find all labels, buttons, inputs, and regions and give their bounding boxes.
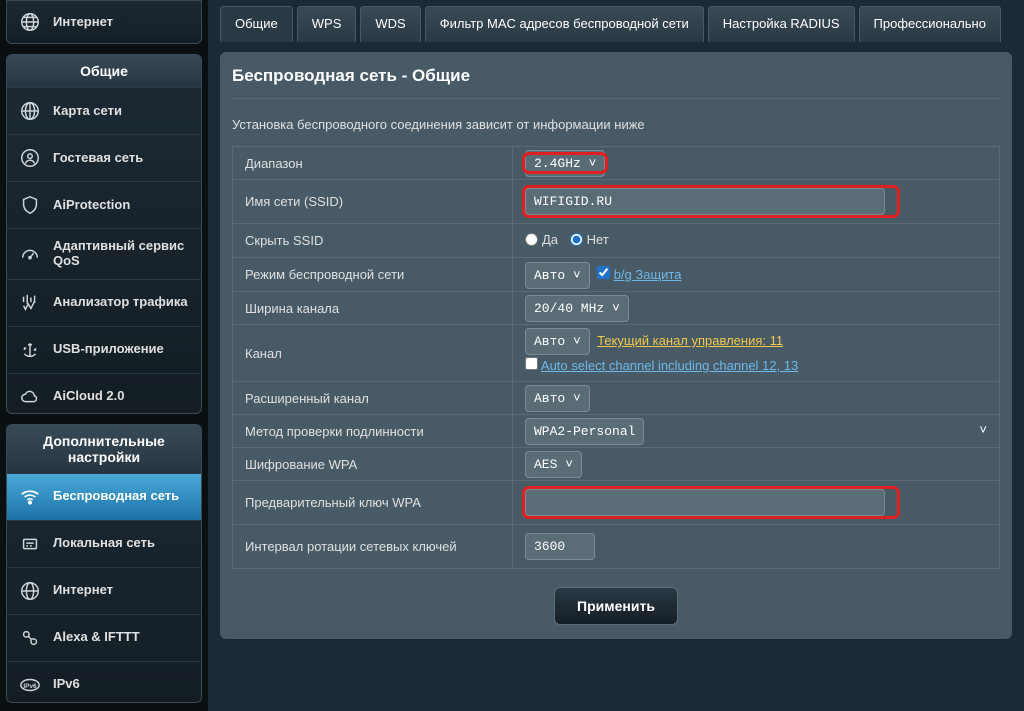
sidebar-label: AiProtection bbox=[53, 198, 130, 213]
sidebar-item-alexa-ifttt[interactable]: Alexa & IFTTT bbox=[7, 615, 201, 662]
row-channel-label: Канал bbox=[233, 325, 513, 382]
usb-icon bbox=[17, 337, 43, 363]
settings-table: Диапазон 2.4GHz ˅ Имя сети (SSID) bbox=[232, 146, 1000, 569]
row-auth-label: Метод проверки подлинности bbox=[233, 415, 513, 448]
chevron-down-icon: ˅ bbox=[573, 334, 581, 349]
ssid-input[interactable] bbox=[525, 188, 885, 215]
highlight-wpa-key bbox=[525, 489, 897, 516]
row-mode-label: Режим беспроводной сети bbox=[233, 258, 513, 292]
shield-icon bbox=[17, 192, 43, 218]
traffic-icon bbox=[17, 290, 43, 316]
sidebar-label: AiCloud 2.0 bbox=[53, 389, 125, 404]
sidebar-item-traffic-analyzer[interactable]: Анализатор трафика bbox=[7, 280, 201, 327]
row-hide-label: Скрыть SSID bbox=[233, 224, 513, 258]
sidebar-label: Интернет bbox=[53, 583, 113, 598]
sidebar-label: Гостевая сеть bbox=[53, 151, 143, 166]
sidebar-item-lan[interactable]: Локальная сеть bbox=[7, 521, 201, 568]
sidebar-label: Alexa & IFTTT bbox=[53, 630, 140, 645]
panel-wireless-general: Беспроводная сеть - Общие Установка бесп… bbox=[220, 52, 1012, 639]
channel-select[interactable]: Авто ˅ bbox=[525, 328, 590, 355]
sidebar-item-guest-network[interactable]: Гостевая сеть bbox=[7, 135, 201, 182]
panel-title: Беспроводная сеть - Общие bbox=[232, 66, 1000, 99]
panel-desc: Установка беспроводного соединения завис… bbox=[232, 117, 1000, 132]
sidebar-section-title: Общие bbox=[7, 55, 201, 88]
chevron-down-icon: ˅ bbox=[573, 391, 581, 406]
guest-icon bbox=[17, 145, 43, 171]
sidebar-group-advanced: Дополнительные настройки Беспроводная се… bbox=[6, 424, 202, 703]
sidebar-item-internet[interactable]: Интернет bbox=[7, 568, 201, 615]
tab-general[interactable]: Общие bbox=[220, 6, 293, 42]
sidebar-label: Анализатор трафика bbox=[53, 295, 188, 310]
svg-text:IPv6: IPv6 bbox=[23, 682, 37, 689]
integration-icon bbox=[17, 625, 43, 651]
row-enc-label: Шифрование WPA bbox=[233, 448, 513, 481]
apply-button[interactable]: Применить bbox=[554, 587, 678, 625]
ipv6-icon: IPv6 bbox=[17, 672, 43, 698]
sidebar-label: Интернет bbox=[53, 15, 113, 30]
sidebar-item-aicloud[interactable]: AiCloud 2.0 bbox=[7, 374, 201, 414]
row-ssid-label: Имя сети (SSID) bbox=[233, 180, 513, 224]
chevron-down-icon: ˅ bbox=[589, 156, 597, 171]
band-select[interactable]: 2.4GHz ˅ bbox=[525, 150, 605, 177]
tab-radius[interactable]: Настройка RADIUS bbox=[708, 6, 855, 42]
hide-ssid-no[interactable]: Нет bbox=[570, 232, 609, 247]
row-key-label: Предварительный ключ WPA bbox=[233, 481, 513, 525]
main-content: Общие WPS WDS Фильтр MAC адресов беспров… bbox=[208, 0, 1024, 711]
globe-icon bbox=[17, 9, 43, 35]
sidebar-item-usb-app[interactable]: USB-приложение bbox=[7, 327, 201, 374]
chevron-down-icon: ˅ bbox=[565, 457, 573, 472]
tabs: Общие WPS WDS Фильтр MAC адресов беспров… bbox=[220, 6, 1012, 42]
sidebar-group-general: Общие Карта сети Гостевая сеть AiProtect… bbox=[6, 54, 202, 414]
sidebar-section-title: Дополнительные настройки bbox=[7, 425, 201, 474]
sidebar-label: Адаптивный сервис QoS bbox=[53, 239, 191, 269]
highlight-ssid bbox=[525, 188, 897, 215]
auto-channel-12-13-label: Auto select channel including channel 12… bbox=[541, 358, 798, 373]
sidebar-item-wireless[interactable]: Беспроводная сеть bbox=[7, 474, 201, 521]
sidebar-item-qos[interactable]: Адаптивный сервис QoS bbox=[7, 229, 201, 280]
sidebar-label: Локальная сеть bbox=[53, 536, 155, 551]
tab-mac-filter[interactable]: Фильтр MAC адресов беспроводной сети bbox=[425, 6, 704, 42]
tab-wds[interactable]: WDS bbox=[360, 6, 420, 42]
sidebar-label: USB-приложение bbox=[53, 342, 164, 357]
hide-ssid-yes[interactable]: Да bbox=[525, 232, 558, 247]
encryption-select[interactable]: AES ˅ bbox=[525, 451, 582, 478]
lan-icon bbox=[17, 531, 43, 557]
row-width-label: Ширина канала bbox=[233, 292, 513, 325]
sidebar-item-aiprotection[interactable]: AiProtection bbox=[7, 182, 201, 229]
sidebar-label: Карта сети bbox=[53, 104, 122, 119]
row-rekey-label: Интервал ротации сетевых ключей bbox=[233, 525, 513, 569]
auth-method-select[interactable]: WPA2-Personal ˅ bbox=[525, 418, 644, 445]
bg-protect-label: b/g Защита bbox=[614, 267, 682, 282]
chevron-down-icon: ˅ bbox=[979, 423, 987, 438]
channel-current-hint[interactable]: Текущий канал управления: 11 bbox=[597, 333, 783, 348]
chevron-down-icon: ˅ bbox=[573, 268, 581, 283]
chevron-down-icon: ˅ bbox=[612, 301, 620, 316]
tab-wps[interactable]: WPS bbox=[297, 6, 357, 42]
mode-select[interactable]: Авто ˅ bbox=[525, 262, 590, 289]
sidebar-item-ipv6[interactable]: IPv6 IPv6 bbox=[7, 662, 201, 703]
auto-channel-12-13-checkbox[interactable] bbox=[525, 357, 538, 370]
gauge-icon bbox=[17, 241, 43, 267]
wifi-icon bbox=[17, 484, 43, 510]
row-ext-channel-label: Расширенный канал bbox=[233, 382, 513, 415]
wpa-key-input[interactable] bbox=[525, 489, 885, 516]
row-band-label: Диапазон bbox=[233, 147, 513, 180]
globe-grid-icon bbox=[17, 98, 43, 124]
sidebar-item-network-map[interactable]: Карта сети bbox=[7, 88, 201, 135]
tab-professional[interactable]: Профессионально bbox=[859, 6, 1001, 42]
cloud-icon bbox=[17, 384, 43, 410]
sidebar-label: IPv6 bbox=[53, 677, 80, 692]
sidebar-label: Беспроводная сеть bbox=[53, 489, 179, 504]
rekey-interval-input[interactable] bbox=[525, 533, 595, 560]
highlight-band: 2.4GHz ˅ bbox=[525, 155, 605, 171]
bg-protect-checkbox[interactable] bbox=[597, 266, 610, 279]
globe-icon bbox=[17, 578, 43, 604]
channel-width-select[interactable]: 20/40 MHz ˅ bbox=[525, 295, 629, 322]
ext-channel-select[interactable]: Авто ˅ bbox=[525, 385, 590, 412]
sidebar-item-internet-top[interactable]: Интернет bbox=[6, 0, 202, 44]
